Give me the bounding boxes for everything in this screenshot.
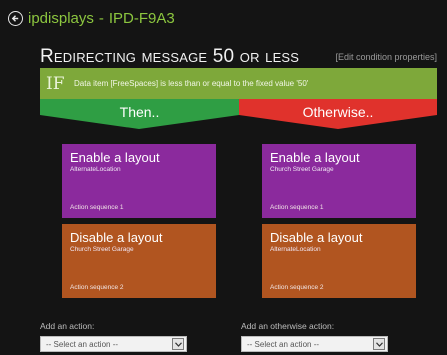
app-name: ipdisplays (28, 9, 94, 27)
chevron-down-glyph (375, 341, 383, 347)
otherwise-label: Otherwise.. (302, 104, 374, 120)
tile-action-name: Disable a layout (270, 230, 363, 245)
back-arrow-glyph (11, 14, 19, 22)
tile-target-name: Church Street Garage (270, 166, 334, 173)
tile-action-name: Enable a layout (70, 150, 160, 165)
tile-target-name: AlternateLocation (270, 246, 321, 253)
add-otherwise-action-label: Add an otherwise action: (241, 321, 335, 331)
tile-action-name: Enable a layout (270, 150, 360, 165)
add-action-select[interactable]: -- Select an action -- (40, 336, 187, 352)
tile-action-name: Disable a layout (70, 230, 163, 245)
condition-bar[interactable]: IF Data item [FreeSpaces] is less than o… (40, 68, 437, 99)
tile-target-name: Church Street Garage (70, 246, 134, 253)
add-action-select-value: -- Select an action -- (46, 339, 119, 349)
back-arrow-icon[interactable] (8, 10, 23, 26)
then-action-tile-1[interactable]: Enable a layout AlternateLocation Action… (62, 144, 216, 218)
title-bar: ipdisplays - IPD-F9A3 (8, 8, 175, 28)
tile-sequence: Action sequence 1 (270, 204, 324, 211)
add-otherwise-action-select-value: -- Select an action -- (247, 339, 320, 349)
add-otherwise-action-select[interactable]: -- Select an action -- (241, 336, 388, 352)
device-id: IPD-F9A3 (108, 9, 175, 27)
page-title: Redirecting message 50 or less (40, 46, 300, 67)
otherwise-action-tile-2[interactable]: Disable a layout AlternateLocation Actio… (262, 224, 416, 298)
otherwise-action-tile-1[interactable]: Enable a layout Church Street Garage Act… (262, 144, 416, 218)
chevron-down-icon[interactable] (172, 338, 184, 350)
tile-sequence: Action sequence 1 (70, 204, 124, 211)
tile-sequence: Action sequence 2 (70, 284, 124, 291)
chevron-down-glyph (174, 341, 182, 347)
chevron-down-icon[interactable] (373, 338, 385, 350)
if-label: IF (46, 73, 65, 94)
tile-sequence: Action sequence 2 (270, 284, 324, 291)
title-separator: - (98, 9, 104, 27)
tile-target-name: AlternateLocation (70, 166, 121, 173)
then-action-tile-2[interactable]: Disable a layout Church Street Garage Ac… (62, 224, 216, 298)
then-label: Then.. (119, 104, 160, 120)
condition-text: Data item [FreeSpaces] is less than or e… (74, 79, 309, 88)
edit-condition-link[interactable]: [Edit condition properties] (335, 52, 437, 62)
add-action-label: Add an action: (40, 321, 95, 331)
